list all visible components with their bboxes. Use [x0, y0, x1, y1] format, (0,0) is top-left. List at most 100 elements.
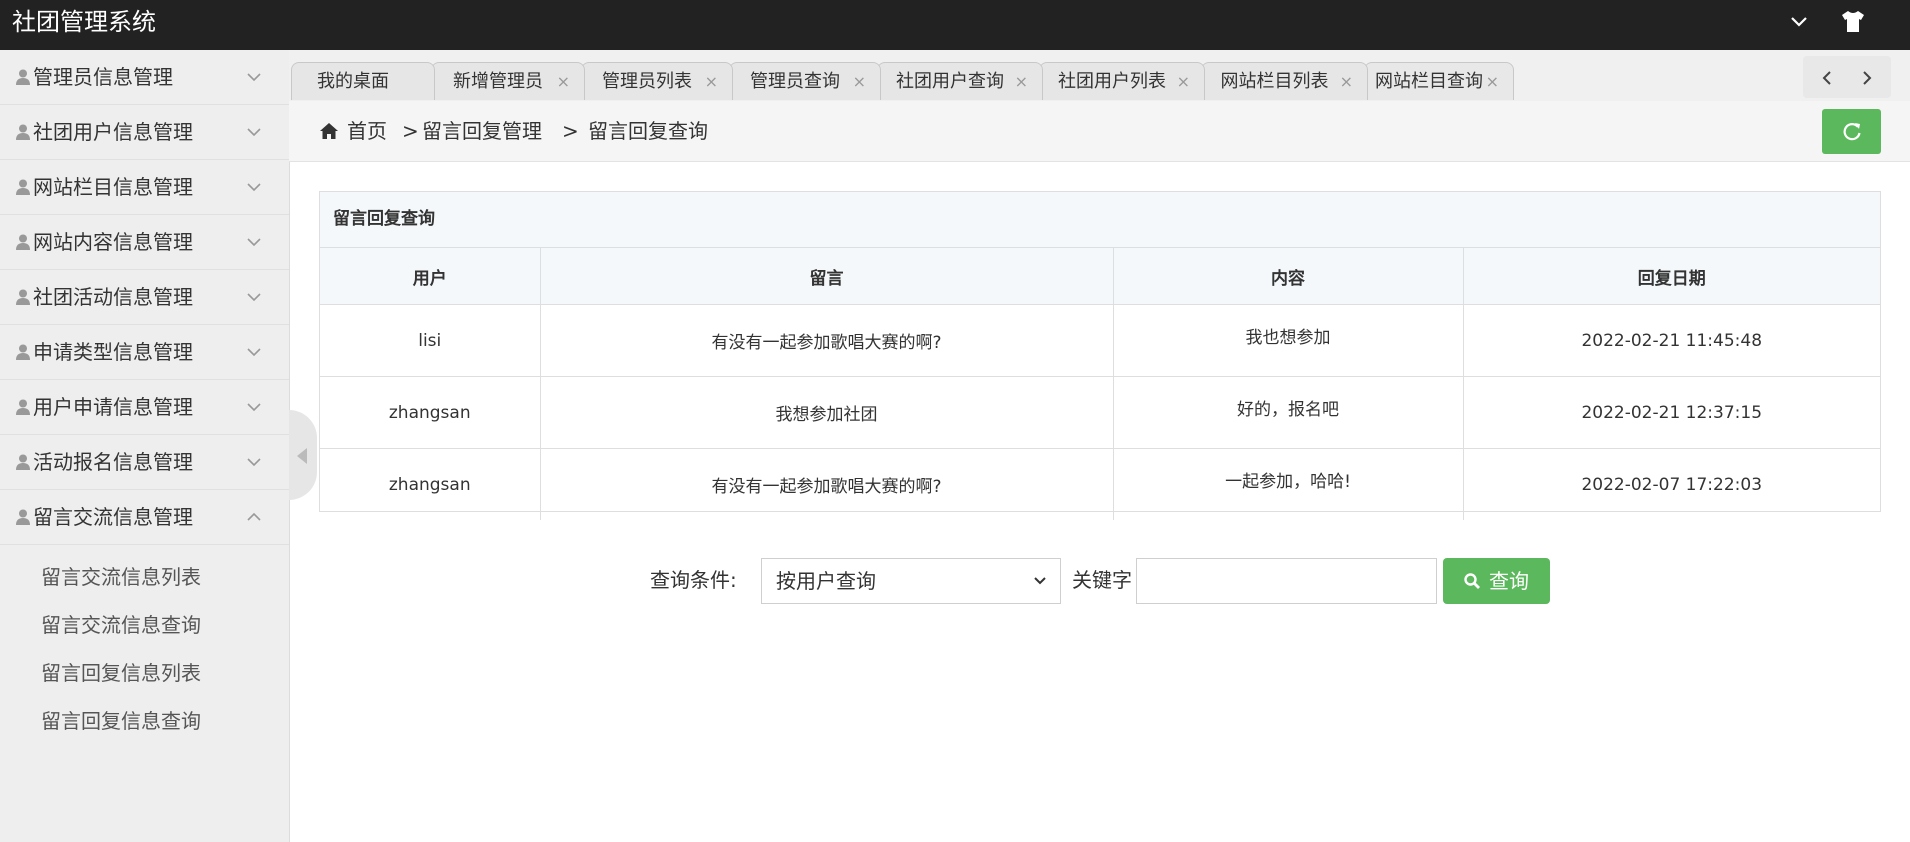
breadcrumb: 首页 > 留言回复管理 > 留言回复查询 [289, 101, 1910, 162]
sidebar-item-8[interactable]: 留言交流信息管理 [0, 490, 289, 545]
sidebar-item-7[interactable]: 活动报名信息管理 [0, 435, 289, 490]
breadcrumb-level2: 留言回复查询 [588, 119, 708, 143]
search-icon [1464, 573, 1480, 589]
tab-5[interactable]: 社团用户列表 × [1039, 62, 1205, 100]
tab-6[interactable]: 网站栏目列表 × [1201, 62, 1368, 100]
chevron-down-icon [245, 399, 263, 415]
tab-label: 管理员列表 [602, 71, 692, 92]
breadcrumb-separator: > [402, 119, 419, 143]
close-icon[interactable]: × [1340, 73, 1353, 91]
refresh-icon [1843, 123, 1861, 141]
cell-message: 有没有一起参加歌唱大赛的啊? [540, 304, 1114, 377]
cell-date: 2022-02-21 12:37:15 [1463, 376, 1880, 449]
tab-label: 新增管理员 [453, 71, 543, 92]
tab-label: 网站栏目查询 [1375, 71, 1483, 92]
close-icon[interactable]: × [705, 73, 718, 91]
chevron-up-icon [245, 509, 263, 525]
chevron-down-icon [245, 69, 263, 85]
user-icon [14, 453, 32, 471]
chevron-down-icon [245, 344, 263, 360]
cell-user: lisi [320, 304, 541, 377]
chevron-down-icon [245, 454, 263, 470]
cell-user: zhangsan [320, 448, 541, 520]
cell-date: 2022-02-21 11:45:48 [1463, 304, 1880, 377]
sidebar-item-label: 留言交流信息管理 [33, 505, 193, 529]
sidebar-subitem-0[interactable]: 留言交流信息列表 [0, 553, 289, 601]
tab-4[interactable]: 社团用户查询 × [877, 62, 1043, 100]
sidebar-item-0[interactable]: 管理员信息管理 [0, 50, 289, 105]
user-icon [14, 343, 32, 361]
tab-2[interactable]: 管理员列表 × [581, 62, 733, 100]
close-icon[interactable]: × [1177, 73, 1190, 91]
tab-0[interactable]: 我的桌面 [291, 62, 435, 100]
tab-3[interactable]: 管理员查询 × [729, 62, 881, 100]
query-condition-select[interactable]: 按用户查询 [761, 558, 1061, 604]
reply-query-panel: 留言回复查询 用户 留言 内容 回复日期 lisi 有没有一起参加歌唱大赛的啊?… [319, 191, 1881, 520]
column-header-message: 留言 [540, 248, 1114, 305]
sidebar-item-label: 社团活动信息管理 [33, 285, 193, 309]
arrow-right-icon[interactable] [1857, 68, 1877, 88]
arrow-left-icon[interactable] [1817, 68, 1837, 88]
cell-content: 一起参加，哈哈! [1113, 448, 1464, 520]
tab-label: 我的桌面 [317, 71, 389, 92]
keyword-input[interactable] [1136, 558, 1437, 604]
app-title: 社团管理系统 [12, 8, 156, 36]
user-icon [14, 233, 32, 251]
tab-label: 社团用户查询 [896, 71, 1004, 92]
query-condition-label: 查询条件: [650, 568, 737, 592]
sidebar-item-6[interactable]: 用户申请信息管理 [0, 380, 289, 435]
chevron-down-icon [1034, 577, 1046, 585]
cell-message: 我想参加社团 [540, 376, 1114, 449]
tab-label: 网站栏目列表 [1220, 71, 1329, 92]
sidebar-item-2[interactable]: 网站栏目信息管理 [0, 160, 289, 215]
home-icon[interactable] [319, 122, 339, 140]
sidebar-collapse-handle[interactable] [289, 410, 317, 500]
user-icon [14, 398, 32, 416]
sidebar-item-4[interactable]: 社团活动信息管理 [0, 270, 289, 325]
breadcrumb-separator: > [562, 119, 579, 143]
table-row: lisi 有没有一起参加歌唱大赛的啊? 我也想参加 2022-02-21 11:… [320, 304, 1880, 377]
tab-7[interactable]: 网站栏目查询 × [1364, 62, 1514, 100]
table-row: zhangsan 有没有一起参加歌唱大赛的啊? 一起参加，哈哈! 2022-02… [320, 448, 1880, 520]
tab-bar: 我的桌面 新增管理员 × 管理员列表 × 管理员查询 × 社团用户查询 × 社团用户列表 × 网站栏目… [289, 50, 1910, 103]
breadcrumb-level1[interactable]: 留言回复管理 [422, 101, 542, 161]
tshirt-icon[interactable] [1838, 6, 1868, 36]
keyword-label: 关键字 [1072, 568, 1132, 592]
query-condition-value: 按用户查询 [776, 569, 876, 593]
tab-label: 社团用户列表 [1058, 71, 1166, 92]
chevron-down-icon [245, 179, 263, 195]
tab-label: 管理员查询 [750, 71, 840, 92]
close-icon[interactable]: × [853, 73, 866, 91]
column-header-content: 内容 [1113, 248, 1464, 305]
sidebar-item-5[interactable]: 申请类型信息管理 [0, 325, 289, 380]
sidebar-item-label: 网站栏目信息管理 [33, 175, 193, 199]
table-header-row: 用户 留言 内容 回复日期 [320, 248, 1880, 305]
sidebar-subitem-1[interactable]: 留言交流信息查询 [0, 601, 289, 649]
user-icon [14, 178, 32, 196]
close-icon[interactable]: × [1015, 73, 1028, 91]
user-icon [14, 123, 32, 141]
sidebar-subitem-2[interactable]: 留言回复信息列表 [0, 649, 289, 697]
query-button[interactable]: 查询 [1443, 558, 1550, 604]
chevron-down-icon [245, 124, 263, 140]
cell-content: 我也想参加 [1113, 304, 1464, 377]
sidebar-item-label: 社团用户信息管理 [33, 120, 193, 144]
tab-1[interactable]: 新增管理员 × [431, 62, 585, 100]
sidebar-subitem-3[interactable]: 留言回复信息查询 [0, 697, 289, 745]
chevron-down-icon [245, 289, 263, 305]
sidebar-item-label: 网站内容信息管理 [33, 230, 193, 254]
refresh-button[interactable] [1822, 109, 1881, 154]
table-row: zhangsan 我想参加社团 好的，报名吧 2022-02-21 12:37:… [320, 376, 1880, 449]
cell-user: zhangsan [320, 376, 541, 449]
tab-scroll-controls [1803, 56, 1891, 98]
sidebar-item-1[interactable]: 社团用户信息管理 [0, 105, 289, 160]
user-icon [14, 288, 32, 306]
close-icon[interactable]: × [557, 73, 570, 91]
chevron-down-icon[interactable] [1785, 8, 1813, 36]
close-icon[interactable]: × [1486, 73, 1499, 91]
sidebar-item-3[interactable]: 网站内容信息管理 [0, 215, 289, 270]
panel-title: 留言回复查询 [320, 192, 1880, 248]
breadcrumb-home[interactable]: 首页 [347, 101, 387, 161]
cell-message: 有没有一起参加歌唱大赛的啊? [540, 448, 1114, 520]
chevron-down-icon [245, 234, 263, 250]
